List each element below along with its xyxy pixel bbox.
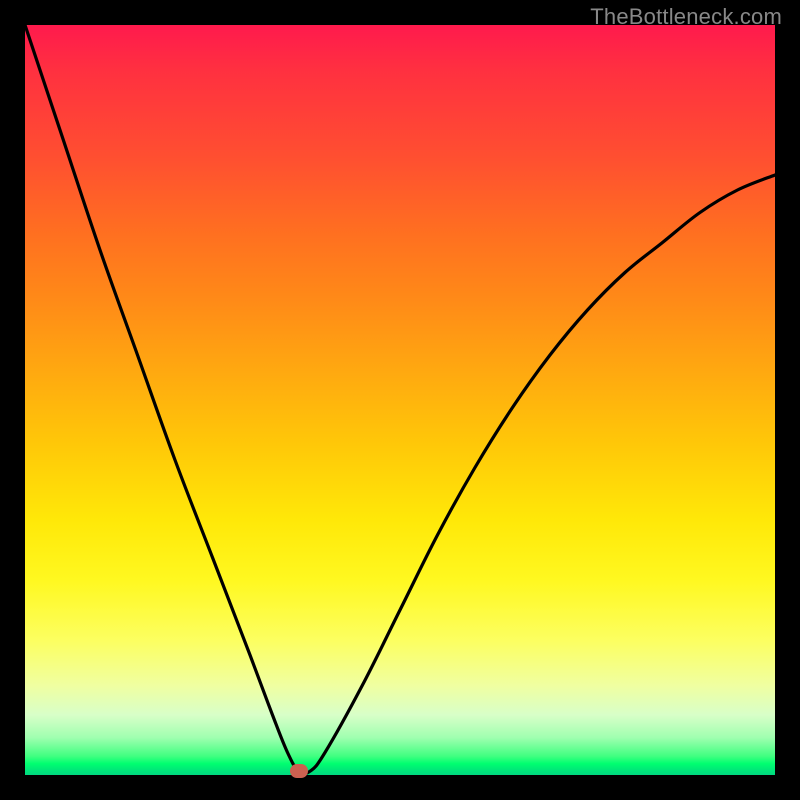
plot-area [25,25,775,775]
bottleneck-curve [25,25,775,775]
watermark-text: TheBottleneck.com [590,4,782,30]
chart-container: TheBottleneck.com [0,0,800,800]
optimal-point-marker [290,764,308,778]
